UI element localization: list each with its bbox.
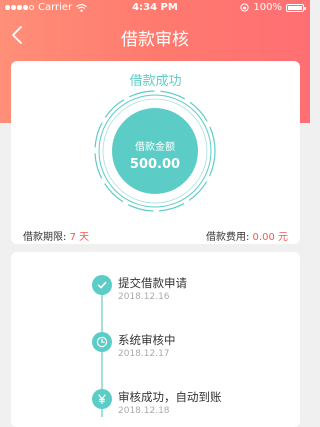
loan-status-title: 借款成功 — [129, 74, 182, 89]
progress-timeline: 提交借款申请 2018.12.16 系统审核中 2018.12.17 审核成功，… — [11, 252, 300, 427]
navigation-bar: 借款审核 — [0, 18, 310, 52]
loan-fee-row: 借款费用: 0.00 元 — [206, 228, 288, 243]
status-bar: Carrier 4:34 PM 100% — [0, 0, 310, 16]
timeline-step-date: 2018.12.18 — [118, 406, 170, 416]
loan-amount-label: 借款金额 — [135, 142, 175, 153]
timeline-step-title: 系统审核中 — [118, 333, 176, 347]
timeline-step-title: 审核成功，自动到账 — [118, 390, 222, 404]
timeline-step-title: 提交借款申请 — [118, 276, 187, 290]
check-icon — [92, 275, 112, 295]
page-title: 借款审核 — [121, 30, 189, 50]
battery-icon — [286, 3, 306, 12]
status-bar-right: 100% — [240, 2, 306, 13]
loan-term-value: 7 天 — [69, 232, 90, 243]
loan-result-card: 借款成功 借款金额 500.00 借款期限: 7 天 借款费用: 0.00 元 — [11, 61, 300, 244]
orientation-lock-icon — [240, 3, 250, 12]
yen-icon — [92, 389, 112, 409]
battery-percentage: 100% — [253, 2, 282, 13]
loan-term-row: 借款期限: 7 天 — [23, 228, 89, 243]
clock-icon — [92, 332, 112, 352]
loan-fee-label: 借款费用: — [205, 232, 250, 243]
loan-term-label: 借款期限: — [23, 232, 67, 243]
loan-amount-value: 500.00 — [129, 157, 181, 172]
loan-amount-block: 借款金额 500.00 — [111, 138, 199, 172]
timeline-step-date: 2018.12.16 — [118, 292, 170, 302]
progress-timeline-card: 提交借款申请 2018.12.16 系统审核中 2018.12.17 审核成功，… — [11, 252, 300, 427]
loan-fee-value: 0.00 元 — [252, 232, 288, 243]
timeline-step-date: 2018.12.17 — [118, 349, 170, 359]
